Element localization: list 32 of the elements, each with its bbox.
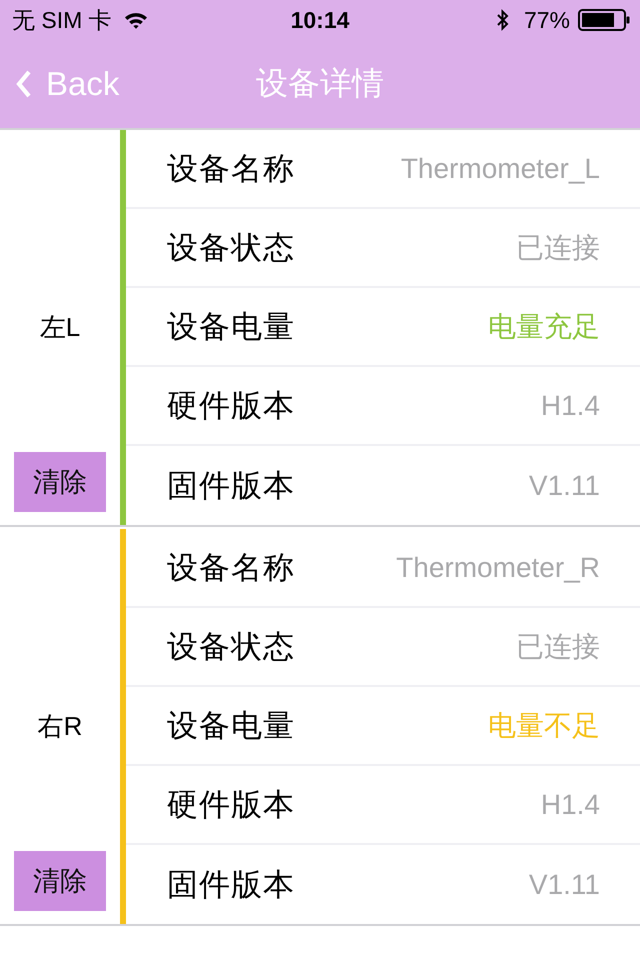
row-label: 设备电量 (167, 308, 295, 346)
row-value: 已连接 (516, 630, 600, 664)
page-title: 设备详情 (256, 64, 384, 103)
battery-status-value: 电量充足 (488, 310, 600, 344)
wifi-icon (124, 11, 148, 29)
row-label: 设备名称 (167, 548, 295, 586)
row-label: 设备电量 (167, 706, 295, 744)
side-label: 左L (40, 311, 80, 344)
row-label: 固件版本 (167, 866, 295, 904)
clear-button[interactable]: 清除 (14, 851, 106, 911)
row-value: 已连接 (516, 230, 600, 264)
battery-percent: 77% (524, 6, 570, 34)
row-value: Thermometer_L (400, 152, 600, 184)
clear-button[interactable]: 清除 (14, 452, 106, 512)
row-label: 硬件版本 (167, 786, 295, 824)
row-label: 设备状态 (167, 628, 295, 666)
row-value: H1.4 (540, 390, 600, 422)
row-label: 设备状态 (167, 228, 295, 266)
row-label: 硬件版本 (167, 386, 295, 424)
row-value: H1.4 (540, 788, 600, 820)
bluetooth-icon (496, 8, 510, 32)
battery-status-value: 电量不足 (488, 708, 600, 742)
row-value: V1.11 (528, 868, 600, 900)
chevron-left-icon (16, 70, 32, 98)
row-value: V1.11 (528, 470, 600, 502)
clock-time: 10:14 (290, 6, 350, 34)
battery-icon (578, 9, 630, 31)
side-label: 右R (38, 710, 82, 743)
row-label: 固件版本 (167, 466, 295, 504)
row-label: 设备名称 (167, 150, 295, 188)
carrier-label: 无 SIM 卡 (12, 6, 112, 34)
row-value: Thermometer_R (396, 552, 600, 584)
